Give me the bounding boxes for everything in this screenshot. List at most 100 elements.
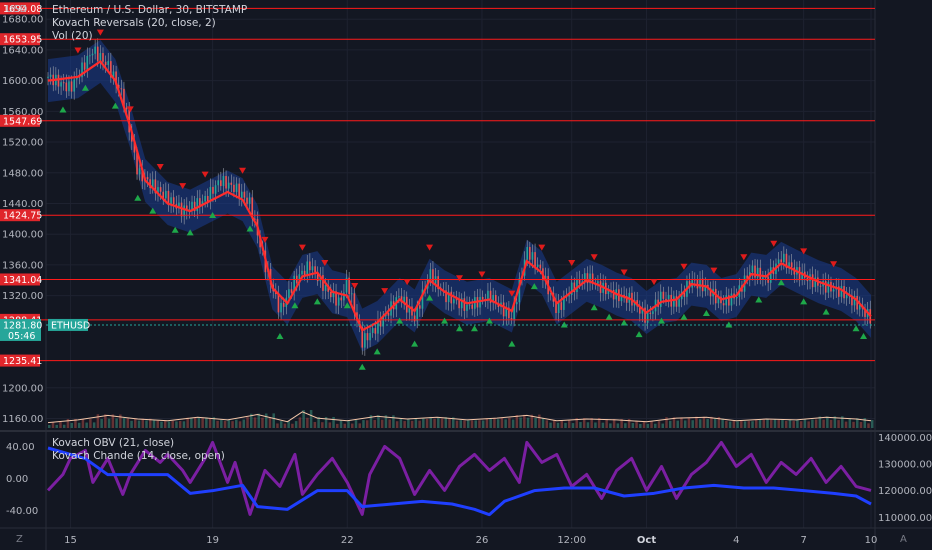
volume-bar (567, 420, 571, 428)
price-tick-label: 1680.00 (2, 15, 43, 26)
volume-bar (859, 422, 863, 428)
down-arrow (478, 271, 486, 278)
volume-bar (534, 418, 537, 428)
volume-bar (796, 419, 799, 428)
volume-bar (470, 420, 474, 428)
volume-bar (594, 422, 597, 428)
time-tick-label: 7 (800, 535, 806, 546)
volume-bar (837, 420, 840, 428)
candle-body (662, 291, 665, 299)
volume-bar (646, 423, 650, 428)
auto-scale-button[interactable]: A (900, 534, 907, 545)
price-tick-label: 1560.00 (2, 107, 43, 118)
obv-tick-label: 110000.00 (878, 513, 932, 524)
candle-body (230, 182, 233, 185)
up-arrow (470, 325, 478, 332)
candle-body (86, 55, 89, 70)
volume-bar (306, 417, 309, 428)
down-arrow (201, 171, 209, 178)
obv-axis: 140000.00 130000.00 120000.00 110000.00 (878, 433, 932, 524)
volume-bar (321, 422, 324, 428)
candle-body (735, 296, 738, 299)
volume-bar (732, 420, 736, 428)
volume-bar (328, 422, 332, 428)
volume-bar (549, 422, 552, 428)
candle-body (468, 304, 471, 306)
volume-bar (48, 425, 51, 428)
volume-bar (553, 420, 556, 428)
candle-body (539, 264, 542, 269)
candle-body (240, 191, 243, 198)
symbol-tag: ETHUSD (51, 320, 90, 331)
up-arrow (822, 308, 830, 315)
chart-canvas[interactable]: 1694.081653.951547.691424.751341.041288.… (0, 0, 932, 550)
volume-bar (216, 420, 219, 428)
up-arrow (800, 298, 808, 305)
volume-bar (313, 421, 317, 428)
candle-body (730, 293, 733, 306)
volume-bar (624, 423, 627, 428)
volume-bar (283, 423, 287, 428)
candle-body (665, 298, 667, 300)
time-tick-label: 15 (64, 535, 77, 546)
candle-body (277, 294, 280, 313)
volume-bar (373, 419, 376, 428)
volume-bar (829, 419, 833, 428)
volume-bar (523, 414, 526, 428)
volume-bar (377, 415, 380, 428)
volume-bar (728, 421, 732, 428)
price-tick-label: 1520.00 (2, 138, 43, 149)
candle-body (759, 267, 762, 280)
volume-bar (650, 421, 653, 428)
volume-bar (504, 419, 507, 428)
volume-bar (508, 417, 511, 428)
up-arrow (59, 106, 67, 113)
price-tick-label: 1400.00 (2, 230, 43, 241)
up-arrow (755, 296, 763, 303)
volume-bar (489, 419, 492, 428)
volume-bar (474, 420, 477, 428)
volume-bar (743, 421, 747, 428)
volume-bar (175, 421, 178, 428)
candle-body (371, 328, 374, 333)
candle-body (652, 311, 654, 314)
volume-bar (560, 420, 564, 428)
volume-bar (822, 419, 825, 428)
price-tick-label: 1440.00 (2, 199, 43, 210)
down-arrow (156, 163, 164, 170)
volume-bar (751, 421, 754, 428)
volume-bar (579, 422, 582, 428)
volume-bar (657, 421, 661, 428)
volume-bar (654, 423, 657, 428)
volume-bar (193, 417, 197, 428)
volume-bar (272, 413, 275, 428)
candle-body (248, 197, 251, 204)
volume-bar (163, 420, 167, 428)
goto-date-icon[interactable]: Z (16, 534, 23, 545)
time-tick-label: 10 (865, 535, 878, 546)
up-arrow (411, 340, 419, 347)
up-arrow (358, 363, 366, 370)
volume-bar (852, 421, 855, 428)
volume-bar (242, 419, 246, 428)
candle-body (199, 198, 201, 206)
volume-bar (152, 420, 156, 428)
volume-bar (848, 418, 852, 428)
volume-bar (190, 417, 193, 428)
candle-body (659, 291, 662, 307)
volume-bar (788, 419, 792, 428)
volume-bar (362, 420, 365, 428)
level-label: 1235.41 (3, 356, 42, 367)
volume-bar (336, 423, 339, 428)
price-tick-label: 1360.00 (2, 260, 43, 271)
volume-bar (609, 423, 612, 428)
candle-body (102, 53, 104, 62)
volume-bar (500, 418, 504, 428)
volume-bar (156, 420, 159, 428)
volume-bar (844, 421, 848, 428)
volume-bar (511, 419, 515, 428)
candle-body (780, 259, 783, 262)
candle-body (557, 302, 560, 314)
candle-body (337, 297, 340, 306)
oscillator-tick-label: 40.00 (6, 442, 35, 453)
